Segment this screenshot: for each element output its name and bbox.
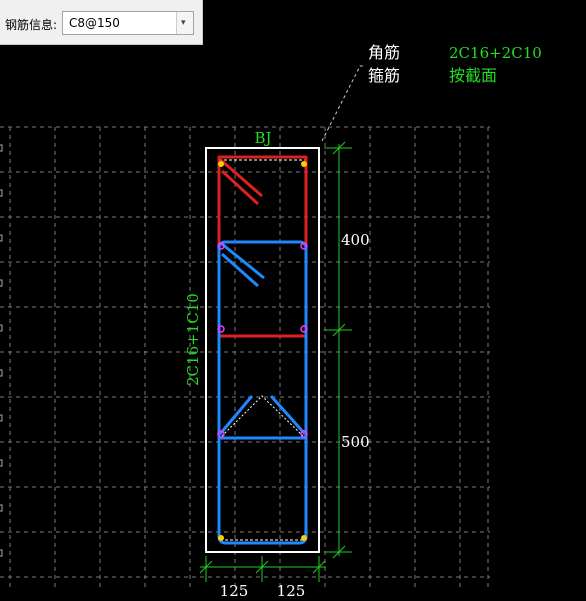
side-bar-value[interactable]: 2C16+1C10 xyxy=(184,293,202,386)
stirrup-label: 箍筋 xyxy=(368,66,400,85)
left-edge-markers xyxy=(0,144,3,557)
rebar-info-select[interactable]: C8@150 ▾ xyxy=(62,11,194,35)
section-outline[interactable] xyxy=(205,147,320,553)
vertical-dimension xyxy=(324,141,352,559)
dropdown-button[interactable]: ▾ xyxy=(176,12,193,34)
drawing-canvas[interactable]: BJ 角筋 2C16+2C10 箍筋 按截面 2C16+1C10 400 500… xyxy=(0,0,586,601)
section-tag: BJ xyxy=(254,129,271,147)
upper-stirrup[interactable] xyxy=(217,155,308,338)
stirrup-value[interactable]: 按截面 xyxy=(449,66,497,85)
dim-lower-value: 500 xyxy=(341,433,370,451)
dim-bottom-right-value: 125 xyxy=(277,582,306,600)
chevron-down-icon: ▾ xyxy=(181,18,186,28)
corner-bars[interactable] xyxy=(218,161,307,541)
rebar-info-label: 钢筋信息: xyxy=(5,18,58,32)
side-bars[interactable] xyxy=(217,242,308,438)
corner-bar-label: 角筋 xyxy=(368,43,400,62)
dim-bottom-left-value: 125 xyxy=(220,582,249,600)
background-grid xyxy=(0,126,490,590)
corner-bar-value[interactable]: 2C16+2C10 xyxy=(449,44,542,62)
dim-upper-value: 400 xyxy=(341,231,370,249)
rebar-info-value: C8@150 xyxy=(69,16,120,30)
horizontal-dimension xyxy=(199,556,326,582)
leader-line xyxy=(321,65,366,142)
rebar-info-toolbar: 钢筋信息: C8@150 ▾ xyxy=(0,0,203,45)
main-stirrup[interactable] xyxy=(217,240,308,545)
